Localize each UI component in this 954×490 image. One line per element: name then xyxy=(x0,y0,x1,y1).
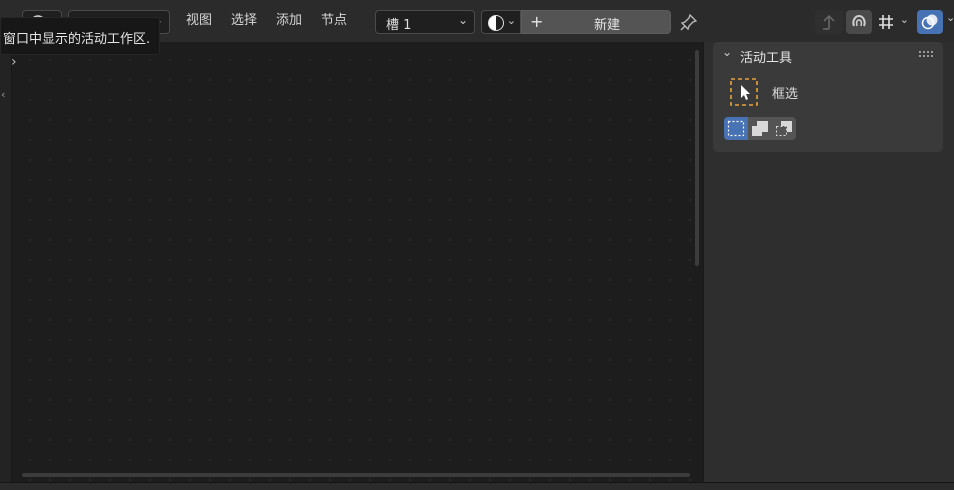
selection-mode-group xyxy=(724,117,796,140)
pin-icon[interactable] xyxy=(680,13,698,31)
tool-name: 框选 xyxy=(772,87,799,102)
overlay-toggle[interactable] xyxy=(917,10,943,34)
chevron-down-icon: ⌄ xyxy=(722,45,733,59)
active-tool-panel: ⌄ 活动工具 框选 xyxy=(713,42,943,152)
tool-box-select[interactable]: 框选 xyxy=(729,76,849,108)
menu-view[interactable]: 视图 xyxy=(184,11,214,31)
chevron-down-icon: ⌄ xyxy=(899,13,909,26)
horizontal-scrollbar[interactable] xyxy=(22,473,690,477)
slot-select-value: 槽 1 xyxy=(386,18,412,33)
new-button-label: 新建 xyxy=(594,18,621,33)
select-new-button[interactable] xyxy=(724,117,748,140)
parent-node-tree-button[interactable] xyxy=(815,10,843,34)
overlay-icon xyxy=(921,14,938,30)
select-extend-button[interactable] xyxy=(748,117,772,140)
snap-toggle[interactable] xyxy=(846,10,872,34)
bottom-region-edge xyxy=(0,482,954,490)
node-canvas[interactable]: › xyxy=(11,42,702,482)
menu-node[interactable]: 节点 xyxy=(319,11,349,31)
grid-icon xyxy=(879,15,893,29)
shading-sphere-icon xyxy=(488,15,504,31)
tooltip: 窗口中显示的活动工作区. xyxy=(0,17,160,55)
menu-select[interactable]: 选择 xyxy=(229,11,259,31)
view-options-dropdown[interactable]: ⌄ xyxy=(874,10,912,34)
panel-header[interactable]: ⌄ 活动工具 xyxy=(713,42,943,68)
select-new-icon xyxy=(727,120,745,137)
vertical-scrollbar[interactable] xyxy=(695,50,699,266)
select-subtract-icon xyxy=(776,121,792,136)
select-extend-icon xyxy=(752,121,768,136)
chevron-down-icon: ⌄ xyxy=(457,13,468,27)
shading-dropdown[interactable]: ⌄ xyxy=(481,10,521,34)
new-button[interactable]: + 新建 xyxy=(521,10,671,34)
chevron-left-icon[interactable]: ‹ xyxy=(1,88,5,101)
chevron-down-icon[interactable]: ⌄ xyxy=(946,11,954,24)
magnet-icon xyxy=(852,14,866,27)
left-region-edge: ‹ xyxy=(0,42,12,490)
grip-icon[interactable] xyxy=(919,51,935,59)
slot-select[interactable]: 槽 1 ⌄ xyxy=(375,10,475,34)
tooltip-text: 窗口中显示的活动工作区. xyxy=(3,32,151,47)
arrow-up-icon xyxy=(823,14,835,30)
chevron-right-icon[interactable]: › xyxy=(11,54,17,70)
menu-add[interactable]: 添加 xyxy=(274,11,304,31)
panel-title: 活动工具 xyxy=(740,51,793,66)
plus-icon: + xyxy=(530,12,544,31)
cursor-select-box-icon xyxy=(730,78,758,106)
chevron-down-icon: ⌄ xyxy=(506,14,516,27)
select-subtract-button[interactable] xyxy=(772,117,796,140)
